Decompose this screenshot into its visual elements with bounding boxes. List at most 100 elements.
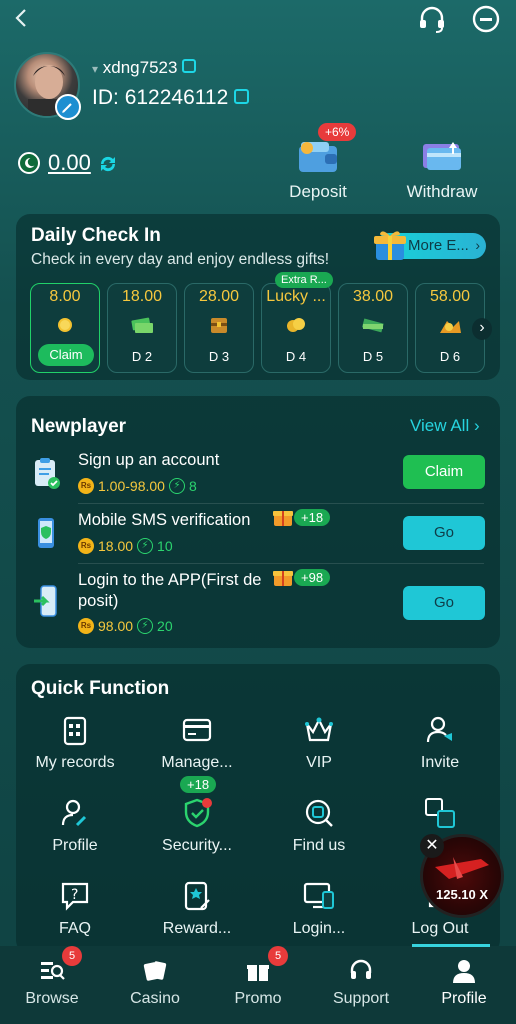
checkin-day-3[interactable]: 28.00 D 3 [184, 283, 254, 373]
task-reward: Rs 18.00 ⚡ 10 [78, 538, 173, 554]
day-amount: 8.00 [49, 288, 81, 305]
avatar-edit-icon[interactable] [55, 94, 81, 120]
cash-icon [129, 315, 155, 335]
quick-my-records[interactable]: My records [20, 714, 130, 772]
withdraw-label: Withdraw [406, 182, 478, 201]
reward-icon [181, 880, 213, 912]
phone-login-icon [32, 584, 62, 620]
quick-security[interactable]: Security... [142, 797, 252, 855]
quick-find-us[interactable]: Find us [264, 797, 374, 855]
quick-login[interactable]: Login... [264, 880, 374, 938]
task-reward: Rs 98.00 ⚡ 20 [78, 618, 173, 634]
quick-faq[interactable]: ? FAQ [20, 880, 130, 938]
quick-label: Reward... [162, 920, 232, 937]
divider [78, 503, 484, 504]
tab-promo[interactable]: Promo [213, 958, 303, 1008]
claim-task-button[interactable]: Claim [403, 455, 485, 489]
gift-icon [272, 566, 294, 588]
view-all-link[interactable]: View All › [410, 416, 480, 436]
balance: 0.00 [48, 150, 91, 175]
tab-label: Profile [441, 990, 487, 1007]
day-amount: 58.00 [429, 288, 471, 305]
quick-label: Manage... [161, 754, 233, 771]
go-task-button[interactable]: Go [403, 586, 485, 620]
day-label: D 3 [208, 349, 230, 364]
lightning-icon: ⚡ [168, 478, 185, 494]
quick-label: VIP [306, 754, 332, 771]
language-icon [424, 797, 456, 829]
refresh-icon[interactable] [96, 152, 120, 176]
day-amount: 18.00 [121, 288, 163, 305]
copy-id-icon[interactable] [234, 89, 250, 104]
quick-label: Invite [420, 754, 460, 771]
clipboard-check-icon [32, 456, 62, 492]
user-id: ID: 612246112 [92, 86, 250, 110]
quick-vip[interactable]: VIP [264, 714, 374, 772]
rupee-coin-icon: Rs [78, 618, 94, 634]
game-multiplier: 125.10 X [436, 887, 489, 902]
divider [78, 563, 484, 564]
task-xp: 8 [188, 478, 197, 494]
quick-reward[interactable]: Reward... [142, 880, 252, 938]
copy-username-icon[interactable] [182, 59, 197, 73]
task-bonus: +18 [272, 506, 331, 528]
quick-label: Profile [52, 837, 98, 854]
withdraw-button[interactable]: Withdraw [402, 138, 482, 202]
faq-icon: ? [59, 880, 91, 912]
back-arrow-icon[interactable] [10, 6, 34, 30]
bonus-badge: +98 [294, 568, 331, 586]
cards-icon [142, 958, 168, 984]
task-reward-amount: 98.00 [98, 618, 134, 634]
user-icon [451, 958, 477, 984]
treasure-box-icon [206, 315, 232, 335]
checkin-day-2[interactable]: 18.00 D 2 [107, 283, 177, 373]
checkin-day-5[interactable]: 38.00 D 5 [338, 283, 408, 373]
deposit-button[interactable]: Deposit [278, 138, 358, 202]
checkin-day-1[interactable]: 8.00 Claim [30, 283, 100, 373]
shield-check-icon [181, 797, 213, 829]
rupee-coin-icon: Rs [78, 478, 94, 494]
devices-icon [303, 880, 335, 912]
quick-invite[interactable]: Invite [385, 714, 495, 772]
phone-shield-icon [32, 516, 62, 552]
headset-icon [348, 958, 374, 984]
quick-label: My records [35, 754, 115, 771]
bonus-badge: +18 [294, 508, 331, 526]
tab-support[interactable]: Support [316, 958, 406, 1008]
claim-day-button[interactable]: Claim [38, 344, 94, 366]
chat-icon[interactable] [470, 4, 502, 36]
deposit-bonus-badge: +6% [318, 123, 357, 141]
quick-profile[interactable]: Profile [20, 797, 130, 855]
quick-label: Security... [162, 837, 232, 854]
rupee-coin-icon: Rs [78, 538, 94, 554]
lightning-icon: ⚡ [137, 618, 154, 634]
card-icon [181, 714, 213, 746]
newplayer-title: Newplayer [31, 416, 127, 437]
checkin-subtitle: Check in every day and enjoy endless gif… [31, 251, 330, 268]
task-title: Sign up an account [78, 451, 220, 469]
lightning-icon: ⚡ [137, 538, 154, 554]
gold-pile-icon [437, 315, 463, 335]
day-label: D 4 [285, 349, 307, 364]
task-title: Mobile SMS verification [78, 511, 251, 529]
day-amount: Lucky ... [266, 288, 326, 305]
tab-browse[interactable]: Browse [7, 958, 97, 1008]
find-us-icon [303, 797, 335, 829]
tab-label: Casino [130, 990, 180, 1007]
headset-icon[interactable] [416, 4, 448, 36]
tab-profile[interactable]: Profile [419, 958, 509, 1008]
close-icon[interactable]: ✕ [420, 834, 444, 858]
user-id-value: 612246112 [124, 86, 229, 109]
records-icon [59, 714, 91, 746]
crown-icon [303, 714, 335, 746]
checkin-day-4[interactable]: Lucky ... D 4 [261, 283, 331, 373]
go-task-button[interactable]: Go [403, 516, 485, 550]
view-all-label: View All [410, 416, 470, 435]
quick-label: Find us [292, 837, 346, 854]
tab-label: Browse [25, 990, 79, 1007]
quick-manage[interactable]: Manage... [142, 714, 252, 772]
pakistan-flag-icon [18, 152, 40, 174]
chevron-right-icon: › [473, 416, 480, 435]
tab-casino[interactable]: Casino [110, 958, 200, 1008]
next-days-chevron-icon[interactable]: › [472, 318, 492, 340]
